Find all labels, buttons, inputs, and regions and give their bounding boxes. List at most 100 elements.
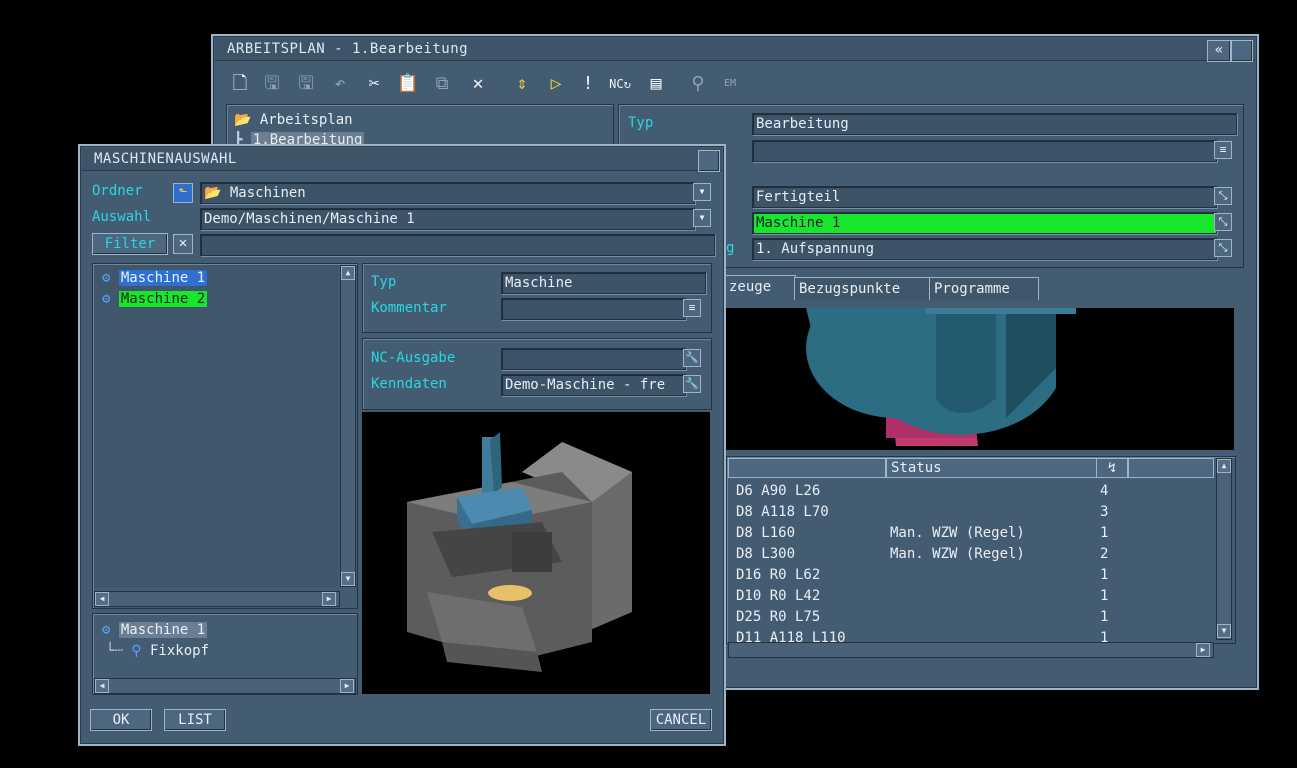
main-typ-label: Typ — [628, 115, 654, 131]
insert-icon[interactable]: ⇕ — [510, 72, 534, 96]
list-item-maschine-1[interactable]: ⚙ Maschine 1 — [102, 270, 208, 286]
table-vertical-scrollbar[interactable] — [1216, 458, 1232, 640]
filter-button[interactable]: Filter — [92, 233, 168, 255]
subtree-child[interactable]: └┄ ⚲ Fixkopf — [106, 643, 209, 659]
tool-cell: D25 R0 L75 — [736, 609, 821, 625]
machine-typ-field: Maschine — [501, 272, 706, 294]
machine-typ-label: Typ — [371, 274, 397, 290]
ordner-field[interactable]: 📂 Maschinen — [200, 182, 695, 204]
folder-up-icon[interactable]: ⬑ — [173, 183, 193, 203]
table-scroll-up[interactable]: ▲ — [1217, 459, 1231, 473]
main-typ-field: Bearbeitung — [752, 113, 1237, 135]
em-icon[interactable]: EM — [718, 72, 742, 96]
list-horizontal-scrollbar[interactable] — [94, 591, 340, 607]
count-cell: 1 — [1100, 525, 1109, 541]
tab-bezugspunkte[interactable]: Bezugspunkte — [794, 277, 930, 300]
tool-cell: D16 R0 L62 — [736, 567, 821, 583]
paste-icon[interactable]: 📋 — [396, 72, 420, 96]
tree-branch-icon: └┄ — [106, 643, 123, 659]
user-search-icon[interactable]: ⚲ — [686, 72, 710, 96]
tool-cell: D6 A90 L26 — [736, 483, 821, 499]
list-item-maschine-2[interactable]: ⚙ Maschine 2 — [102, 291, 208, 307]
delete-icon[interactable]: ✕ — [466, 72, 490, 96]
list-scroll-up[interactable]: ▲ — [341, 266, 355, 280]
kommentar-edit-icon[interactable]: ≡ — [683, 299, 701, 317]
table-horizontal-scrollbar[interactable] — [728, 642, 1214, 658]
kommentar-label: Kommentar — [371, 300, 447, 316]
machine-icon: ⚙ — [102, 291, 111, 307]
tool-cell: D10 R0 L42 — [736, 588, 821, 604]
window-corner-button[interactable] — [1231, 40, 1253, 62]
list-button[interactable]: LIST — [164, 709, 226, 731]
auswahl-field[interactable]: Demo/Maschinen/Maschine 1 — [200, 208, 695, 230]
copy-icon[interactable]: ⧉ — [430, 72, 454, 96]
ok-button[interactable]: OK — [90, 709, 152, 731]
subtree-scroll-left[interactable]: ◀ — [95, 679, 109, 693]
sort-column-header[interactable]: ↯ — [1096, 458, 1128, 478]
play-icon[interactable]: ▷ — [544, 72, 568, 96]
auswahl-dropdown-icon[interactable]: ▼ — [693, 209, 711, 227]
nc-ausgabe-field[interactable] — [501, 348, 686, 370]
tool-render-svg — [806, 308, 1076, 446]
count-cell: 4 — [1100, 483, 1109, 499]
list-scroll-left[interactable]: ◀ — [95, 592, 109, 606]
kenndaten-wrench-icon[interactable]: 🔧 — [683, 375, 701, 393]
dialog-corner-button[interactable] — [698, 150, 720, 172]
tree-root[interactable]: 📂 Arbeitsplan — [234, 112, 353, 128]
table-header-extra — [1128, 458, 1214, 478]
spindle-head-icon: ⚲ — [131, 643, 142, 659]
table-scroll-down[interactable]: ▼ — [1217, 624, 1231, 638]
filter-input[interactable] — [200, 234, 715, 256]
info-icon[interactable]: ! — [576, 72, 600, 96]
list-scroll-right[interactable]: ▶ — [322, 592, 336, 606]
aufspannung-field[interactable]: 1. Aufspannung — [752, 238, 1217, 260]
kommentar-field[interactable] — [501, 298, 686, 320]
dialog-title: MASCHINENAUSWAHL — [82, 148, 722, 171]
subtree-scroll-right[interactable]: ▶ — [340, 679, 354, 693]
nc-refresh-icon[interactable]: NC↻ — [608, 72, 632, 96]
machine-3d-preview — [362, 412, 710, 694]
collapse-button[interactable]: « — [1207, 40, 1231, 62]
fertigteil-field[interactable]: Fertigteil — [752, 186, 1217, 208]
list-vertical-scrollbar[interactable] — [340, 265, 356, 587]
count-cell: 2 — [1100, 546, 1109, 562]
table-header-blank — [728, 458, 886, 478]
tool-cell: D8 L300 — [736, 546, 796, 562]
comment-edit-icon[interactable]: ≡ — [1214, 141, 1232, 159]
save-icon[interactable]: 🖫 — [260, 72, 284, 96]
kenndaten-label: Kenndaten — [371, 376, 447, 392]
fertigteil-pick-icon[interactable]: ⤡ — [1214, 187, 1232, 205]
nc-ausgabe-wrench-icon[interactable]: 🔧 — [683, 349, 701, 367]
new-file-icon[interactable]: 🗋 — [228, 72, 252, 96]
table-scroll-right[interactable]: ▶ — [1196, 643, 1210, 657]
nc-ausgabe-label: NC-Ausgabe — [371, 350, 456, 366]
count-cell: 1 — [1100, 609, 1109, 625]
maschine-field[interactable]: Maschine 1 — [752, 212, 1217, 234]
machine-icon: ⚙ — [102, 622, 111, 638]
list-scroll-down[interactable]: ▼ — [341, 572, 355, 586]
ordner-dropdown-icon[interactable]: ▼ — [693, 183, 711, 201]
machine-icon: ⚙ — [102, 270, 111, 286]
aufspannung-pick-icon[interactable]: ⤡ — [1214, 239, 1232, 257]
cut-icon[interactable]: ✂ — [362, 72, 386, 96]
tool-cell: D8 A118 L70 — [736, 504, 829, 520]
aufspannung-label: g — [726, 240, 735, 256]
tab-werkzeuge[interactable]: zeuge — [724, 275, 796, 300]
document-list-icon[interactable]: ▤ — [644, 72, 668, 96]
maschine-pick-icon[interactable]: ⤡ — [1214, 213, 1232, 231]
count-cell: 3 — [1100, 504, 1109, 520]
subtree-root[interactable]: ⚙ Maschine 1 — [102, 622, 208, 638]
filter-clear-icon[interactable]: ✕ — [173, 234, 193, 254]
undo-icon[interactable]: ↶ — [328, 72, 352, 96]
ordner-label: Ordner — [92, 183, 143, 199]
cancel-button[interactable]: CANCEL — [650, 709, 712, 731]
subtree-horizontal-scrollbar[interactable] — [94, 678, 356, 694]
status-column-header[interactable]: Status — [886, 458, 1098, 478]
arbeitsplan-title: ARBEITSPLAN - 1.Bearbeitung — [215, 38, 1255, 61]
count-cell: 1 — [1100, 567, 1109, 583]
tab-programme[interactable]: Programme — [929, 277, 1039, 300]
folder-open-icon: 📂 — [234, 112, 252, 128]
kenndaten-field[interactable]: Demo-Maschine - fre — [501, 374, 686, 396]
save-all-icon[interactable]: 🖫 — [294, 72, 318, 96]
main-kommentar-field[interactable] — [752, 140, 1217, 162]
